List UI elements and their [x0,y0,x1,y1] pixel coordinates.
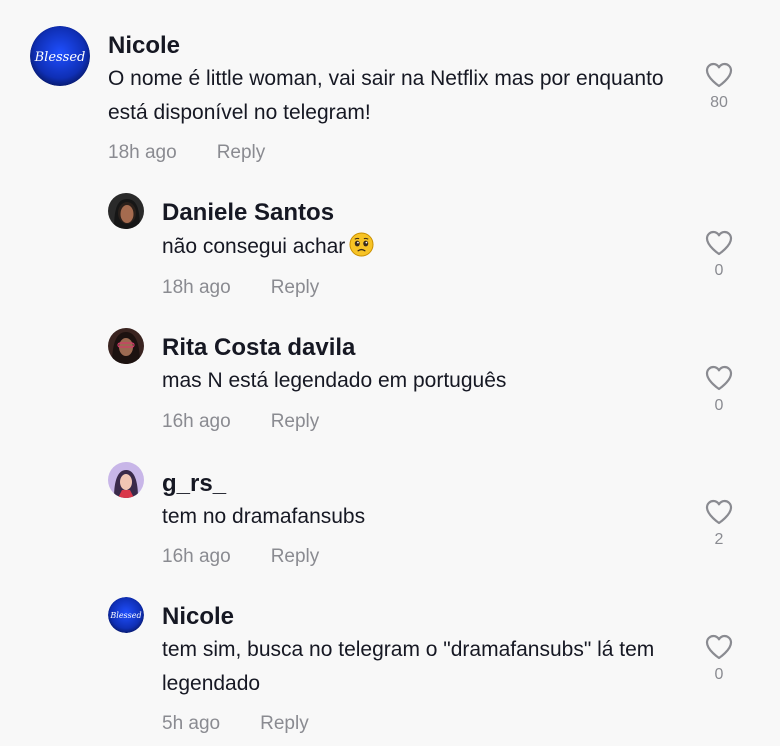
reply-button[interactable]: Reply [271,546,320,568]
like-count: 80 [710,94,728,111]
comment-meta: 5h ago Reply [162,713,309,735]
comment-text: não consegui achar [162,235,346,258]
comment-username[interactable]: Nicole [108,32,180,60]
avatar[interactable]: Blessed [108,597,144,633]
reply-button[interactable]: Reply [271,411,320,433]
avatar-logo-text: Blessed [109,611,141,620]
comment-timestamp: 5h ago [162,713,221,734]
avatar[interactable] [108,328,144,364]
avatar[interactable] [108,193,144,229]
comment-text-line: não consegui achar [162,230,662,264]
like-button[interactable]: 80 [700,62,738,112]
comment-meta: 16h ago Reply [162,546,319,568]
pleading-face-emoji [349,232,374,257]
comment-timestamp: 16h ago [162,546,231,567]
comments-panel: Blessed Nicole O nome é little woman, va… [0,0,780,746]
avatar-logo-text: Blessed [34,50,86,65]
heart-outline-icon [705,230,733,256]
comment-username[interactable]: g_rs_ [162,470,226,498]
heart-outline-icon [705,365,733,391]
avatar[interactable]: Blessed [30,26,90,86]
comment-username[interactable]: Rita Costa davila [162,334,355,362]
like-count: 0 [714,666,724,683]
comment-meta: 18h ago Reply [162,277,319,299]
comment-text: tem sim, busca no telegram o "dramafansu… [162,638,655,695]
heart-outline-icon [705,634,733,660]
like-button[interactable]: 2 [700,499,738,549]
comment-text: tem no dramafansubs [162,505,366,528]
reply-button[interactable]: Reply [260,713,309,735]
heart-outline-icon [705,62,733,88]
comment-meta: 16h ago Reply [162,411,319,433]
heart-outline-icon [705,499,733,525]
like-button[interactable]: 0 [700,634,738,684]
like-button[interactable]: 0 [700,365,738,415]
comment-timestamp: 16h ago [162,411,231,432]
comment-meta: 18h ago Reply [108,142,265,164]
avatar[interactable] [108,462,144,498]
comment-text: O nome é little woman, vai sair na Netfl… [108,67,664,124]
like-button[interactable]: 0 [700,230,738,280]
reply-button[interactable]: Reply [271,277,320,299]
comment-text: mas N está legendado em português [162,369,507,392]
like-count: 0 [714,262,724,279]
reply-button[interactable]: Reply [217,142,266,164]
like-count: 2 [714,531,724,548]
comment-timestamp: 18h ago [108,142,177,163]
like-count: 0 [714,397,724,414]
comment-username[interactable]: Daniele Santos [162,199,334,227]
comment-username[interactable]: Nicole [162,603,234,631]
comment-timestamp: 18h ago [162,277,231,298]
